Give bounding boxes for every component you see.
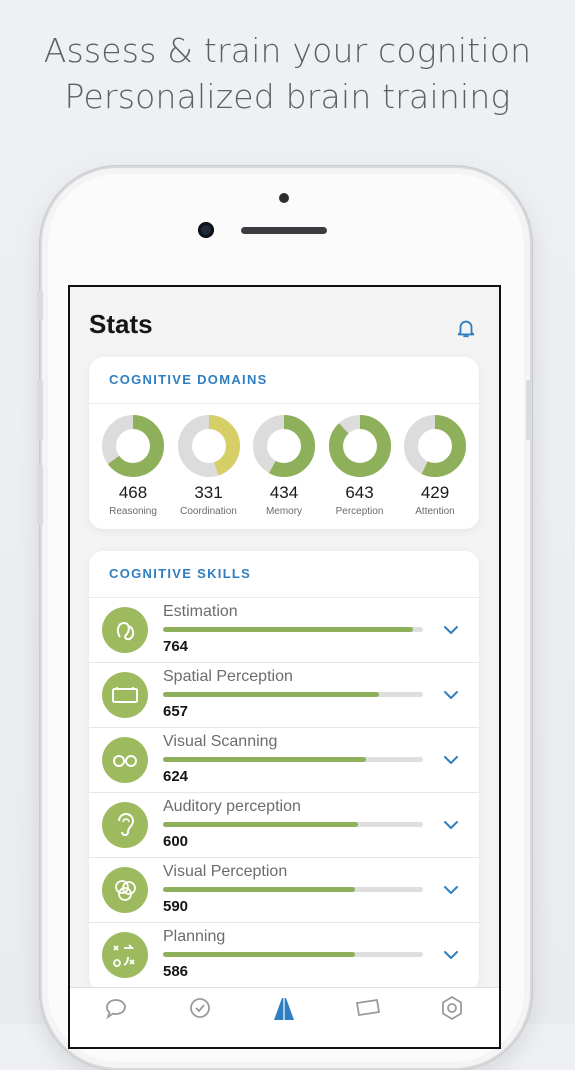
domain-label: Coordination (180, 506, 237, 517)
headline-line-2: Personalized brain training (64, 77, 511, 116)
skill-score: 657 (163, 703, 189, 720)
phone-volume-down (37, 465, 43, 525)
domains-row: 468 Reasoning 331 Coordination 434 Memory 643 P… (89, 404, 479, 517)
cognitive-skills-card: COGNITIVE SKILLS Estimation 764 Spatial Pe… (89, 551, 479, 991)
skill-progress-fill (163, 757, 366, 762)
front-camera (198, 222, 214, 238)
skill-progress-fill (163, 692, 379, 697)
domain-item[interactable]: 429 Attention (398, 414, 472, 517)
skill-row[interactable]: Planning 586 (89, 923, 479, 987)
domain-score: 429 (420, 483, 450, 502)
skill-progress-fill (163, 887, 356, 892)
bell-icon[interactable] (455, 317, 477, 339)
domain-score: 468 (118, 483, 148, 502)
skill-progress-fill (163, 627, 413, 632)
skill-name: Visual Perception (163, 863, 288, 880)
domain-donut-chart (102, 415, 164, 477)
domain-label: Perception (335, 506, 384, 517)
skill-score: 590 (163, 898, 189, 915)
skill-row[interactable]: Visual Scanning 624 (89, 728, 479, 793)
chevron-down-icon[interactable] (443, 752, 459, 768)
settings-icon[interactable] (438, 994, 466, 1022)
skill-progress-bar (163, 692, 423, 697)
cognitive-domains-header: COGNITIVE DOMAINS (89, 357, 479, 404)
skill-progress-bar (163, 757, 423, 762)
proximity-sensor (279, 193, 289, 203)
skill-name: Auditory perception (163, 798, 301, 815)
check-icon[interactable] (186, 994, 214, 1022)
skill-progress-bar (163, 822, 423, 827)
phone-power-button (526, 380, 532, 440)
skill-progress-fill (163, 822, 358, 827)
skill-name: Planning (163, 928, 226, 945)
chevron-down-icon[interactable] (443, 817, 459, 833)
battery-icon (102, 672, 148, 718)
stats-icon[interactable] (270, 994, 298, 1022)
ear-icon (102, 802, 148, 848)
domain-label: Reasoning (109, 506, 157, 517)
domain-item[interactable]: 643 Perception (323, 414, 397, 517)
skill-score: 586 (163, 963, 189, 980)
skill-row[interactable]: Estimation 764 (89, 598, 479, 663)
domain-score: 331 (194, 483, 223, 502)
circles-icon (102, 867, 148, 913)
skill-score: 624 (163, 768, 189, 785)
page-title: Stats (89, 309, 153, 339)
skill-name: Visual Scanning (163, 733, 278, 750)
domain-label: Memory (265, 506, 303, 517)
chevron-down-icon[interactable] (443, 687, 459, 703)
domain-score: 434 (269, 483, 299, 502)
skills-list: Estimation 764 Spatial Perception 657 Visual… (89, 598, 479, 987)
cognitive-domains-card: COGNITIVE DOMAINS 468 Reasoning 331 Coordin… (89, 357, 479, 529)
domain-donut-chart (177, 415, 240, 477)
chevron-down-icon[interactable] (443, 622, 459, 638)
skill-progress-bar (163, 952, 423, 957)
skill-progress-bar (163, 887, 423, 892)
chevron-down-icon[interactable] (443, 947, 459, 963)
domain-donut-chart (328, 415, 391, 477)
headline-line-1: Assess & train your cognition (43, 31, 532, 70)
tab-bar (70, 987, 499, 1047)
phone-screen: Stats COGNITIVE DOMAINS 468 Reasoning 331 C… (68, 285, 501, 1049)
domain-item[interactable]: 434 Memory (247, 414, 321, 517)
domain-label: Attention (415, 506, 455, 517)
skill-name: Spatial Perception (163, 668, 293, 685)
skill-progress-fill (163, 952, 356, 957)
skill-score: 764 (163, 638, 189, 655)
phone-volume-up (37, 380, 43, 440)
domain-donut-fill (328, 415, 391, 477)
skill-row[interactable]: Visual Perception 590 (89, 858, 479, 923)
domain-score: 643 (345, 483, 374, 502)
earpiece-speaker (241, 227, 327, 234)
marketing-headline: Assess & train your cognition Personaliz… (0, 28, 575, 120)
phone-side-button (37, 290, 43, 320)
cognitive-skills-header: COGNITIVE SKILLS (89, 551, 479, 598)
estimation-icon (102, 607, 148, 653)
planning-icon (102, 932, 148, 978)
skill-name: Estimation (163, 603, 238, 620)
domain-item[interactable]: 468 Reasoning (96, 414, 170, 517)
skill-score: 600 (163, 833, 189, 850)
skill-row[interactable]: Auditory perception 600 (89, 793, 479, 858)
skill-row[interactable]: Spatial Perception 657 (89, 663, 479, 728)
chat-icon[interactable] (102, 994, 130, 1022)
domain-item[interactable]: 331 Coordination (172, 414, 246, 517)
domain-donut-chart (253, 415, 315, 477)
ticket-icon[interactable] (354, 994, 382, 1022)
skill-progress-bar (163, 627, 423, 632)
chevron-down-icon[interactable] (443, 882, 459, 898)
domain-donut-chart (404, 415, 466, 477)
glasses-icon (102, 737, 148, 783)
